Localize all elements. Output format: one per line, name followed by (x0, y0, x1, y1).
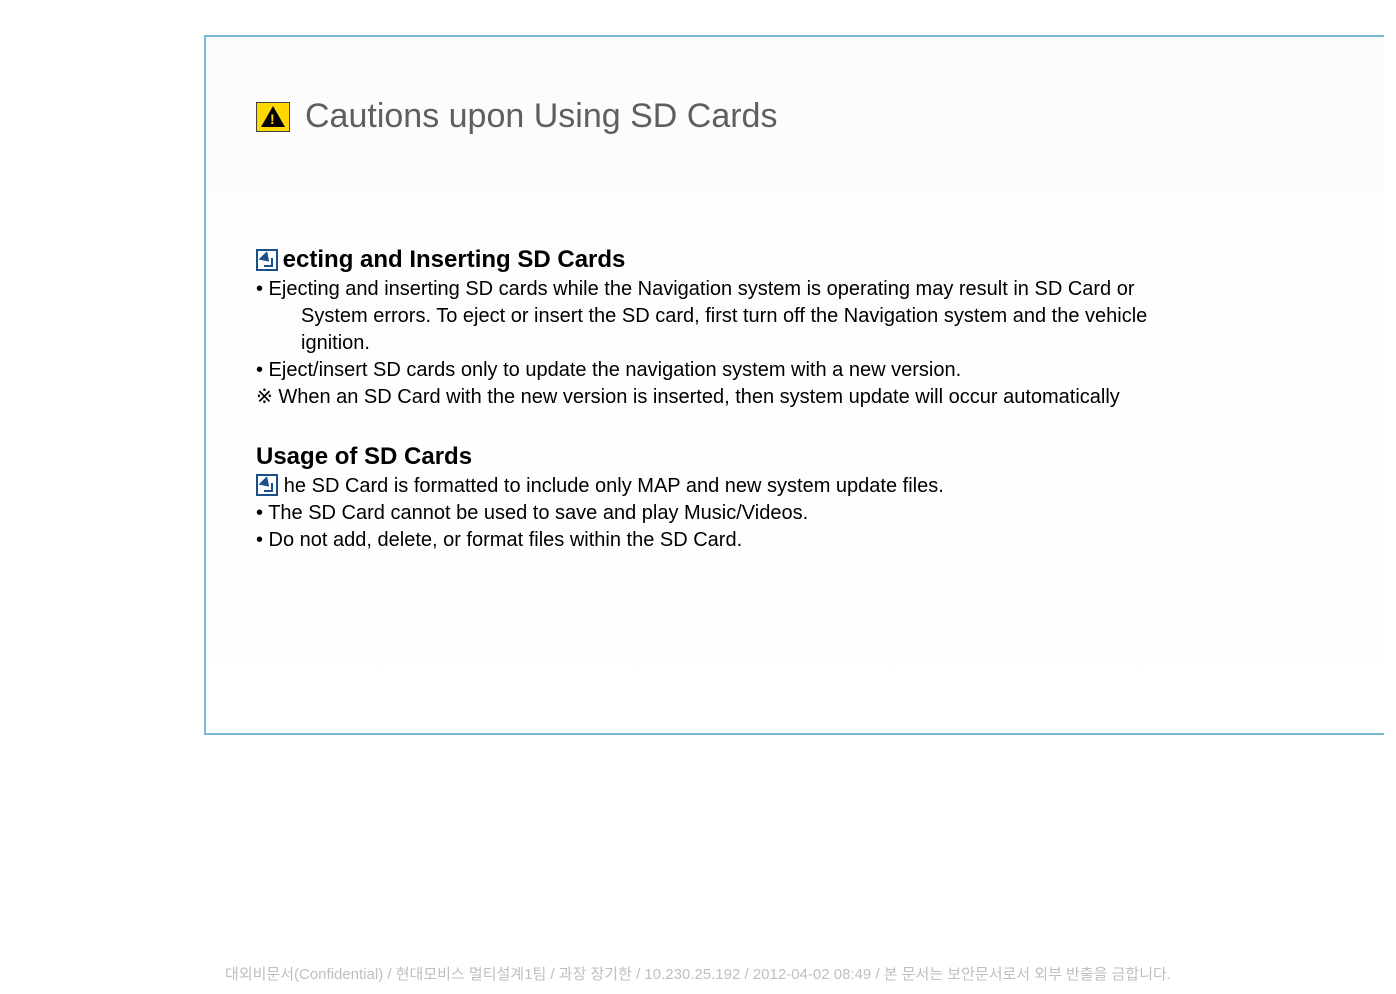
bullet-text: • Eject/insert SD cards only to update t… (256, 357, 1354, 384)
section-body-ejecting: • Ejecting and inserting SD cards while … (256, 276, 1354, 411)
section-body-usage: he SD Card is formatted to include only … (256, 473, 1354, 554)
bullet-text: • The SD Card cannot be used to save and… (256, 500, 1354, 527)
bullet-text: • Ejecting and inserting SD cards while … (256, 276, 1354, 303)
bullet-text: System errors. To eject or insert the SD… (256, 303, 1354, 330)
footer-confidential: 대외비문서(Confidential) / 현대모비스 멀티설계1팀 / 과장 … (0, 963, 1396, 984)
page-title: Cautions upon Using SD Cards (305, 97, 777, 136)
title-text: Cautions upon Using SD Cards (305, 97, 777, 135)
bullet-inner: he SD Card is formatted to include only … (284, 475, 944, 497)
heading-text: ecting and Inserting SD Cards (283, 246, 626, 273)
arrow-icon (256, 474, 278, 496)
bullet-text: ※ When an SD Card with the new version i… (256, 384, 1354, 411)
bullet-text: he SD Card is formatted to include only … (256, 473, 1354, 500)
warning-icon (256, 102, 290, 132)
bullet-text: • Do not add, delete, or format files wi… (256, 527, 1354, 554)
section-ejecting: ecting and Inserting SD Cards • Ejecting… (256, 246, 1354, 411)
section-usage: Usage of SD Cards he SD Card is formatte… (256, 443, 1354, 554)
content-panel: Cautions upon Using SD Cards ecting and … (204, 35, 1384, 735)
bullet-text: ignition. (256, 330, 1354, 357)
section-heading-usage: Usage of SD Cards (256, 443, 1354, 471)
title-row: Cautions upon Using SD Cards (256, 97, 1354, 136)
section-heading-ejecting: ecting and Inserting SD Cards (256, 246, 1354, 274)
